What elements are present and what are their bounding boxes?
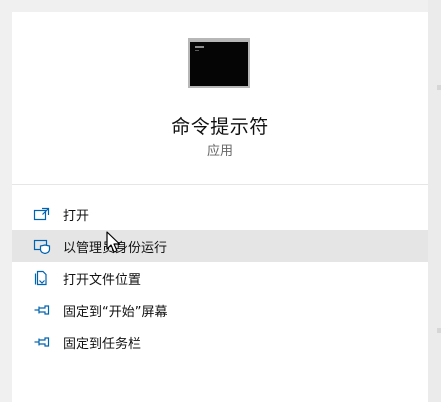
menu-item-label: 打开文件位置 xyxy=(63,273,142,288)
divider xyxy=(12,184,428,185)
menu-item-label: 固定到任务栏 xyxy=(63,337,142,352)
menu-item-open-file-location[interactable]: 打开文件位置 xyxy=(12,262,428,294)
mouse-cursor-icon xyxy=(106,231,121,253)
context-menu: 打开 以管理员身份运行 打开文件位置 xyxy=(12,198,428,358)
background-strip xyxy=(428,0,441,402)
strip-mark xyxy=(437,328,441,333)
file-location-icon xyxy=(34,270,47,286)
jump-list-window: 命令提示符 应用 打开 以管理员身份运行 xyxy=(0,0,441,402)
app-type-label: 应用 xyxy=(206,144,233,159)
menu-item-run-as-admin[interactable]: 以管理员身份运行 xyxy=(12,230,428,262)
strip-mark xyxy=(437,85,441,90)
menu-item-label: 固定到“开始”屏幕 xyxy=(63,305,168,320)
app-context-panel: 命令提示符 应用 打开 以管理员身份运行 xyxy=(12,12,428,402)
app-title: 命令提示符 xyxy=(171,116,269,138)
prompt-cursor xyxy=(195,50,199,51)
menu-item-pin-to-taskbar[interactable]: 固定到任务栏 xyxy=(12,326,428,358)
menu-item-open[interactable]: 打开 xyxy=(12,198,428,230)
prompt-caret xyxy=(195,46,204,48)
menu-item-label: 打开 xyxy=(63,209,90,224)
menu-item-pin-to-start[interactable]: 固定到“开始”屏幕 xyxy=(12,294,428,326)
command-prompt-icon[interactable] xyxy=(188,38,250,88)
open-icon xyxy=(33,207,50,221)
run-as-admin-icon xyxy=(33,239,51,254)
pin-icon xyxy=(34,337,50,347)
pin-icon xyxy=(34,305,50,315)
